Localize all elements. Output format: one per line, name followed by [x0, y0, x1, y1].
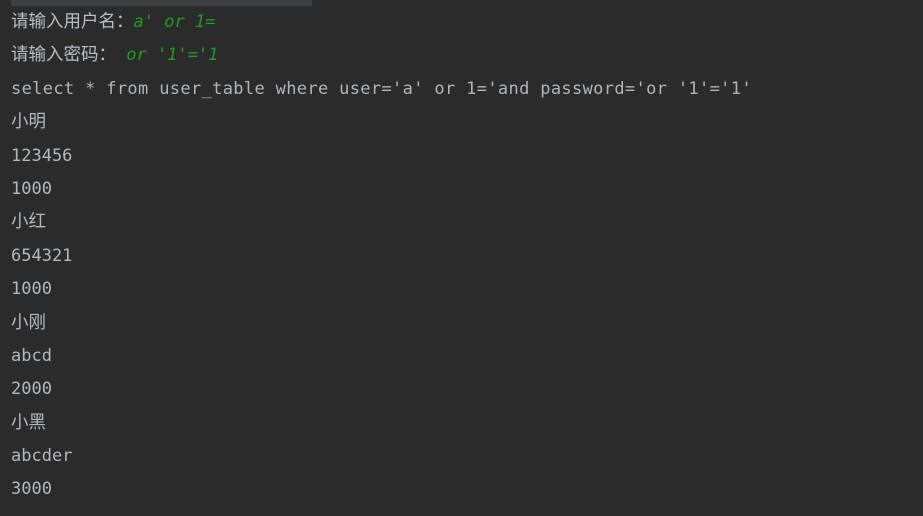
console-line-sql-query: select * from user_table where user='a' …	[11, 78, 752, 99]
console-line-result-10: abcder	[11, 446, 73, 467]
console-line-result-8: 2000	[11, 379, 52, 400]
password-input-value: or '1'='1	[116, 45, 219, 66]
console-line-result-9: 小黑	[11, 412, 46, 433]
console-output-area[interactable]: 请输入用户名：a' or 1= 请输入密码： or '1'='1 select …	[0, 6, 923, 507]
console-line-result-4: 654321	[11, 245, 73, 266]
console-line-result-1: 123456	[11, 145, 73, 166]
console-line-result-7: abcd	[11, 345, 52, 366]
password-prompt-label: 请输入密码：	[11, 45, 116, 66]
console-line-result-5: 1000	[11, 279, 52, 300]
username-input-value: a' or 1=	[133, 12, 216, 32]
console-line-prompt-username: 请输入用户名：a' or 1=	[0, 6, 923, 39]
console-line-result-11: 3000	[11, 479, 52, 500]
console-line-result-6: 小刚	[11, 312, 46, 333]
console-line-result-2: 1000	[11, 178, 52, 199]
console-window: 请输入用户名：a' or 1= 请输入密码： or '1'='1 select …	[0, 0, 923, 516]
username-prompt-label: 请输入用户名：	[11, 12, 134, 32]
console-line-prompt-password: 请输入密码： or '1'='1	[0, 39, 923, 72]
console-line-result-0: 小明	[11, 112, 46, 133]
console-line-result-3: 小红	[11, 212, 46, 233]
